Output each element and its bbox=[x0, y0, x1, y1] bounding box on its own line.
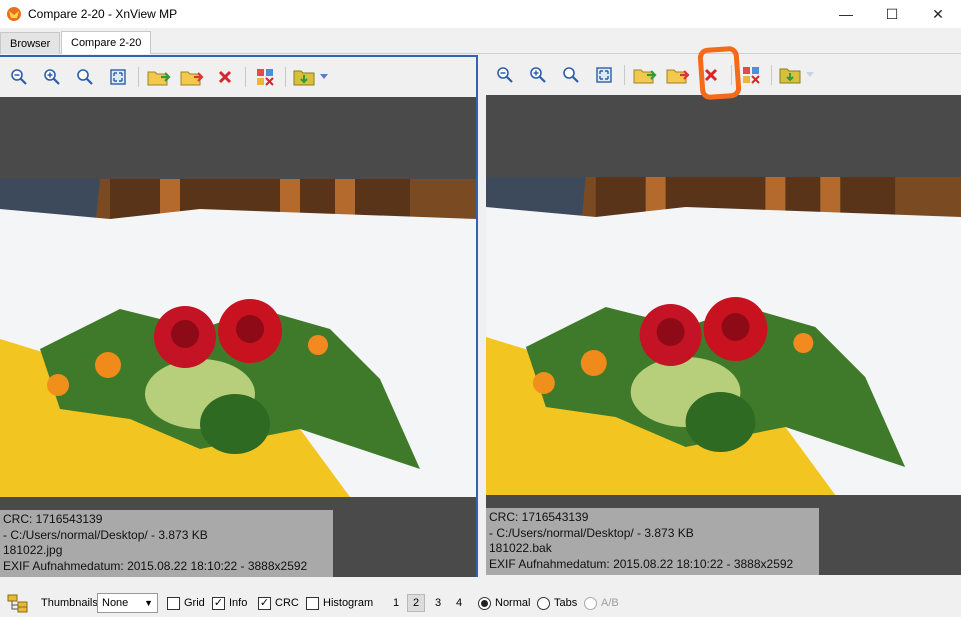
grid-checkbox[interactable]: Grid bbox=[167, 594, 205, 612]
compare-panel-left[interactable]: CRC: 1716543139 - C:/Users/normal/Deskto… bbox=[0, 55, 478, 577]
exif-text: EXIF Aufnahmedatum: 2015.08.22 18:10:22 … bbox=[3, 558, 308, 573]
chevron-down-icon: ▼ bbox=[144, 598, 153, 608]
delete-icon[interactable] bbox=[215, 67, 235, 87]
annotation-highlight bbox=[697, 45, 742, 101]
checkbox-box[interactable] bbox=[306, 596, 319, 610]
crc-label: CRC bbox=[275, 597, 299, 609]
layout-3-button[interactable]: 3 bbox=[429, 594, 447, 612]
toolbar-separator bbox=[138, 67, 139, 87]
crc-text: CRC: 1716543139 bbox=[489, 510, 589, 524]
thumbnails-value: None bbox=[102, 597, 129, 609]
mode-normal-label: Normal bbox=[495, 597, 531, 609]
tab-compare[interactable]: Compare 2-20 bbox=[61, 31, 152, 54]
radio-icon bbox=[584, 596, 597, 610]
toolbar-separator bbox=[285, 67, 286, 87]
checkmark-icon[interactable]: ✓ bbox=[212, 596, 225, 610]
zoom-fit-icon[interactable] bbox=[561, 65, 581, 85]
exif-text: EXIF Aufnahmedatum: 2015.08.22 18:10:22 … bbox=[489, 556, 794, 571]
zoom-in-icon[interactable] bbox=[528, 65, 548, 85]
mode-ab-label: A/B bbox=[601, 597, 619, 609]
compare-diff-icon[interactable] bbox=[255, 67, 275, 87]
toolbar-separator bbox=[771, 65, 772, 85]
filename-text: 181022.jpg bbox=[3, 543, 63, 557]
mode-tabs-radio[interactable]: Tabs bbox=[537, 594, 577, 612]
grid-label: Grid bbox=[184, 597, 205, 609]
path-text: - C:/Users/normal/Desktop/ - 3.873 KB bbox=[489, 525, 694, 540]
layout-1-button[interactable]: 1 bbox=[387, 594, 405, 612]
move-to-folder-icon[interactable] bbox=[666, 65, 690, 85]
mode-ab-radio: A/B bbox=[584, 594, 619, 612]
flower-photo bbox=[0, 179, 476, 497]
radio-icon[interactable] bbox=[537, 596, 550, 610]
panel-toolbar bbox=[0, 57, 476, 97]
fullscreen-icon[interactable] bbox=[594, 65, 614, 85]
image-info-overlay: CRC: 1716543139 - C:/Users/normal/Deskto… bbox=[486, 508, 819, 575]
crc-text: CRC: 1716543139 bbox=[3, 512, 103, 526]
window-title: Compare 2-20 - XnView MP bbox=[28, 7, 178, 21]
toolbar-separator bbox=[624, 65, 625, 85]
chevron-down-icon[interactable] bbox=[804, 65, 816, 85]
fullscreen-icon[interactable] bbox=[108, 67, 128, 87]
compare-panel-right[interactable]: CRC: 1716543139 - C:/Users/normal/Deskto… bbox=[486, 55, 961, 577]
info-checkbox[interactable]: ✓ Info bbox=[212, 594, 247, 612]
minimize-button[interactable]: — bbox=[823, 0, 869, 28]
zoom-in-icon[interactable] bbox=[42, 67, 62, 87]
zoom-fit-icon[interactable] bbox=[75, 67, 95, 87]
image-info-overlay: CRC: 1716543139 - C:/Users/normal/Deskto… bbox=[0, 510, 333, 577]
close-button[interactable]: ✕ bbox=[915, 0, 961, 28]
info-label: Info bbox=[229, 597, 248, 609]
copy-to-folder-icon[interactable] bbox=[147, 67, 171, 87]
layout-4-button[interactable]: 4 bbox=[450, 594, 468, 612]
chevron-down-icon[interactable] bbox=[318, 67, 330, 87]
maximize-button[interactable]: ☐ bbox=[869, 0, 915, 28]
image-viewport[interactable]: CRC: 1716543139 - C:/Users/normal/Deskto… bbox=[486, 95, 961, 575]
radio-selected-icon[interactable] bbox=[478, 596, 491, 610]
path-text: - C:/Users/normal/Desktop/ - 3.873 KB bbox=[3, 527, 208, 542]
tab-browser[interactable]: Browser bbox=[0, 32, 61, 54]
crc-checkbox[interactable]: ✓ CRC bbox=[258, 594, 299, 612]
thumbnails-select[interactable]: None ▼ bbox=[97, 593, 158, 613]
mode-normal-radio[interactable]: Normal bbox=[478, 594, 530, 612]
open-folder-icon[interactable] bbox=[293, 67, 317, 87]
xnview-app-icon bbox=[7, 7, 21, 21]
move-to-folder-icon[interactable] bbox=[180, 67, 204, 87]
compare-diff-icon[interactable] bbox=[741, 65, 761, 85]
toolbar-separator bbox=[245, 67, 246, 87]
mode-tabs-label: Tabs bbox=[554, 597, 578, 609]
thumbnails-label: Thumbnails bbox=[41, 597, 98, 609]
zoom-out-icon[interactable] bbox=[495, 65, 515, 85]
histogram-label: Histogram bbox=[323, 597, 374, 609]
checkbox-box[interactable] bbox=[167, 596, 180, 610]
image-viewport[interactable]: CRC: 1716543139 - C:/Users/normal/Deskto… bbox=[0, 97, 476, 577]
tab-bar: Browser Compare 2-20 bbox=[0, 28, 961, 54]
filename-text: 181022.bak bbox=[489, 541, 552, 555]
histogram-checkbox[interactable]: Histogram bbox=[306, 594, 373, 612]
copy-to-folder-icon[interactable] bbox=[633, 65, 657, 85]
layout-2-button[interactable]: 2 bbox=[407, 594, 425, 612]
status-bar: Thumbnails None ▼ Grid ✓ Info ✓ CRC Histo… bbox=[0, 588, 961, 617]
folder-tree-icon[interactable] bbox=[6, 594, 30, 613]
title-bar: Compare 2-20 - XnView MP — ☐ ✕ bbox=[0, 0, 961, 28]
flower-photo bbox=[486, 177, 961, 495]
open-folder-icon[interactable] bbox=[779, 65, 803, 85]
checkmark-icon[interactable]: ✓ bbox=[258, 596, 271, 610]
zoom-out-icon[interactable] bbox=[9, 67, 29, 87]
